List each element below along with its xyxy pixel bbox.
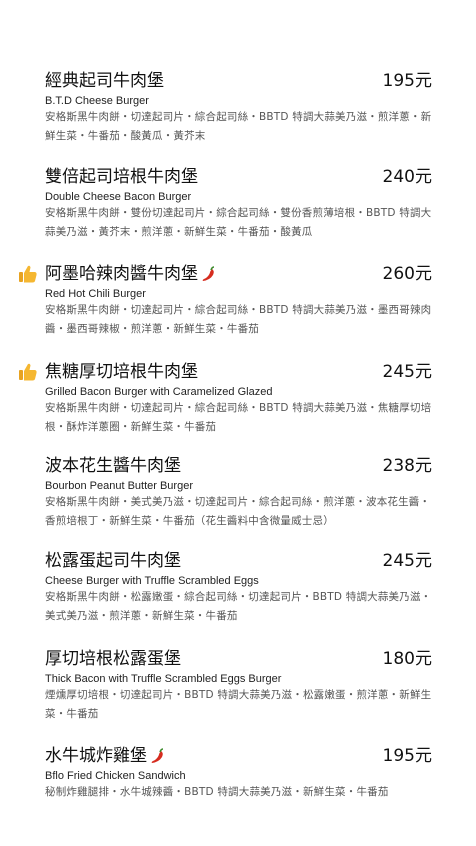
item-english-name: Grilled Bacon Burger with Caramelized Gl… <box>45 386 273 398</box>
item-name: 水牛城炸雞堡 <box>45 746 147 766</box>
item-name: 阿墨哈辣肉醬牛肉堡 <box>45 264 198 284</box>
item-price: 245元 <box>382 362 432 382</box>
item-description: 秘制炸雞腿排・水牛城辣醬・BBTD 特調大蒜美乃滋・新鮮生菜・牛番茄 <box>45 786 389 798</box>
item-description: 安格斯黑牛肉餅・切達起司片・綜合起司絲・BBTD 特調大蒜美乃滋・墨西哥辣肉醬・… <box>45 304 432 335</box>
chili-pepper-icon <box>202 266 215 281</box>
item-price: 195元 <box>382 746 432 766</box>
item-name: 波本花生醬牛肉堡 <box>45 456 181 476</box>
item-price: 245元 <box>382 551 432 571</box>
item-name: 松露蛋起司牛肉堡 <box>45 551 181 571</box>
item-name-wrap: 水牛城炸雞堡 <box>45 743 165 769</box>
thumbs-up-icon <box>19 363 37 381</box>
item-english-name: Thick Bacon with Truffle Scrambled Eggs … <box>45 673 282 685</box>
item-name: 焦糖厚切培根牛肉堡 <box>45 362 198 382</box>
item-name: 經典起司牛肉堡 <box>45 71 164 91</box>
item-description: 安格斯黑牛肉餅・切達起司片・綜合起司絲・BBTD 特調大蒜美乃滋・焦糖厚切培根・… <box>45 402 432 433</box>
item-english-name: Bflo Fried Chicken Sandwich <box>45 770 186 782</box>
item-description: 安格斯黑牛肉餅・切達起司片・綜合起司絲・BBTD 特調大蒜美乃滋・煎洋蔥・新鮮生… <box>45 111 432 142</box>
item-name: 厚切培根松露蛋堡 <box>45 649 181 669</box>
item-price: 195元 <box>382 71 432 91</box>
item-english-name: B.T.D Cheese Burger <box>45 95 149 107</box>
thumbs-up-icon <box>19 265 37 283</box>
item-english-name: Red Hot Chili Burger <box>45 288 146 300</box>
item-name: 雙倍起司培根牛肉堡 <box>45 167 198 187</box>
menu-item: 水牛城炸雞堡 195元 Bflo Fried Chicken Sandwich … <box>0 743 476 802</box>
item-description: 安格斯黑牛肉餅・美式美乃滋・切達起司片・綜合起司絲・煎洋蔥・波本花生醬・香煎培根… <box>45 496 431 527</box>
item-price: 240元 <box>382 167 432 187</box>
menu-item: 阿墨哈辣肉醬牛肉堡 260元 Red Hot Chili Burger 安格斯黑… <box>0 261 476 339</box>
chili-pepper-icon <box>151 748 164 763</box>
menu-item: 波本花生醬牛肉堡 238元 Bourbon Peanut Butter Burg… <box>0 453 476 531</box>
menu-item: 松露蛋起司牛肉堡 245元 Cheese Burger with Truffle… <box>0 548 476 626</box>
item-description: 安格斯黑牛肉餅・雙份切達起司片・綜合起司絲・雙份香煎薄培根・BBTD 特調大蒜美… <box>45 207 432 238</box>
menu-list: 經典起司牛肉堡 195元 B.T.D Cheese Burger 安格斯黑牛肉餅… <box>0 0 476 846</box>
item-price: 238元 <box>382 456 432 476</box>
menu-item: 雙倍起司培根牛肉堡 240元 Double Cheese Bacon Burge… <box>0 164 476 242</box>
item-english-name: Double Cheese Bacon Burger <box>45 191 192 203</box>
item-price: 260元 <box>382 264 432 284</box>
item-english-name: Cheese Burger with Truffle Scrambled Egg… <box>45 575 259 587</box>
item-name-wrap: 阿墨哈辣肉醬牛肉堡 <box>45 261 216 287</box>
menu-item: 焦糖厚切培根牛肉堡 245元 Grilled Bacon Burger with… <box>0 359 476 437</box>
menu-item: 經典起司牛肉堡 195元 B.T.D Cheese Burger 安格斯黑牛肉餅… <box>0 68 476 146</box>
menu-item: 厚切培根松露蛋堡 180元 Thick Bacon with Truffle S… <box>0 646 476 724</box>
item-english-name: Bourbon Peanut Butter Burger <box>45 480 193 492</box>
item-description: 煙燻厚切培根・切達起司片・BBTD 特調大蒜美乃滋・松露嫩蛋・煎洋蔥・新鮮生菜・… <box>45 689 432 720</box>
item-description: 安格斯黑牛肉餅・松露嫩蛋・綜合起司絲・切達起司片・BBTD 特調大蒜美乃滋・美式… <box>45 591 432 622</box>
item-price: 180元 <box>382 649 432 669</box>
